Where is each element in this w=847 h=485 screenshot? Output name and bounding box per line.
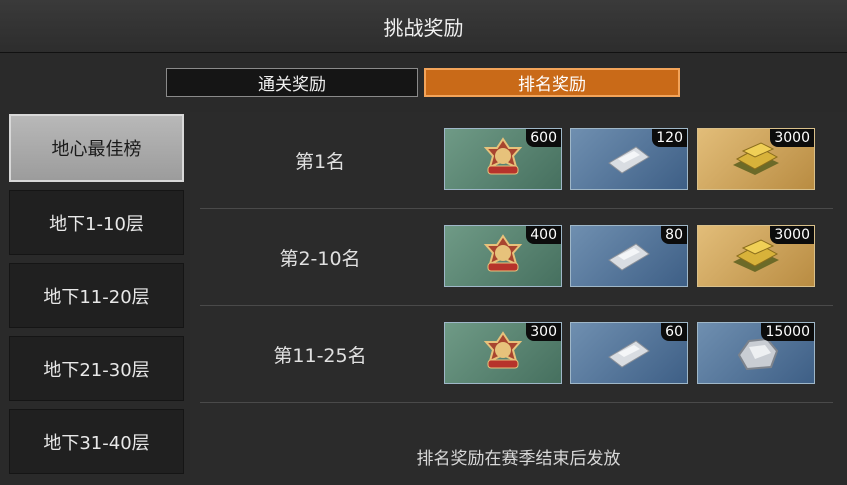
quantity-badge: 300	[526, 323, 561, 341]
sidebar-item-best[interactable]: 地心最佳榜	[9, 114, 184, 182]
rescue-medal-icon	[483, 331, 523, 369]
footer-note: 排名奖励在赛季结束后发放	[190, 428, 847, 485]
rescue-medal-icon	[483, 137, 523, 175]
quantity-badge: 600	[526, 129, 561, 147]
reward-item[interactable]: 60	[570, 322, 688, 384]
reward-item[interactable]: 3000	[697, 225, 815, 287]
reward-item[interactable]: 400	[444, 225, 562, 287]
ticket-pack-icon	[608, 340, 650, 368]
sidebar-item-21-30[interactable]: 地下21-30层	[9, 336, 184, 401]
rank-label: 第2-10名	[279, 247, 361, 270]
reward-item[interactable]: 15000	[697, 322, 815, 384]
tab-clear-rewards[interactable]: 通关奖励	[166, 68, 418, 97]
rescue-medal-icon	[483, 234, 523, 272]
quantity-badge: 15000	[761, 323, 814, 341]
reward-row: 第11-25名 300 60 15000	[200, 306, 833, 403]
reward-item[interactable]: 3000	[697, 128, 815, 190]
quantity-badge: 3000	[770, 129, 814, 147]
quantity-badge: 120	[652, 129, 687, 147]
sidebar-item-31-40[interactable]: 地下31-40层	[9, 409, 184, 474]
sidebar: 地心最佳榜 地下1-10层 地下11-20层 地下21-30层 地下31-40层	[9, 114, 184, 482]
rank-label: 第1名	[294, 150, 346, 173]
reward-item[interactable]: 600	[444, 128, 562, 190]
reward-row: 第1名 600 120 3000	[200, 112, 833, 209]
quantity-badge: 3000	[770, 226, 814, 244]
sidebar-item-1-10[interactable]: 地下1-10层	[9, 190, 184, 255]
reward-item[interactable]: 80	[570, 225, 688, 287]
tab-bar: 通关奖励 排名奖励	[166, 68, 680, 97]
reward-item[interactable]: 120	[570, 128, 688, 190]
ticket-pack-icon	[608, 243, 650, 271]
tab-rank-rewards[interactable]: 排名奖励	[424, 68, 680, 97]
quantity-badge: 80	[661, 226, 687, 244]
quantity-badge: 60	[661, 323, 687, 341]
sidebar-item-11-20[interactable]: 地下11-20层	[9, 263, 184, 328]
rank-label: 第11-25名	[273, 344, 367, 367]
panel-title: 挑战奖励	[0, 0, 847, 53]
reward-item[interactable]: 300	[444, 322, 562, 384]
ticket-pack-icon	[608, 146, 650, 174]
quantity-badge: 400	[526, 226, 561, 244]
reward-row: 第2-10名 400 80 3000	[200, 209, 833, 306]
